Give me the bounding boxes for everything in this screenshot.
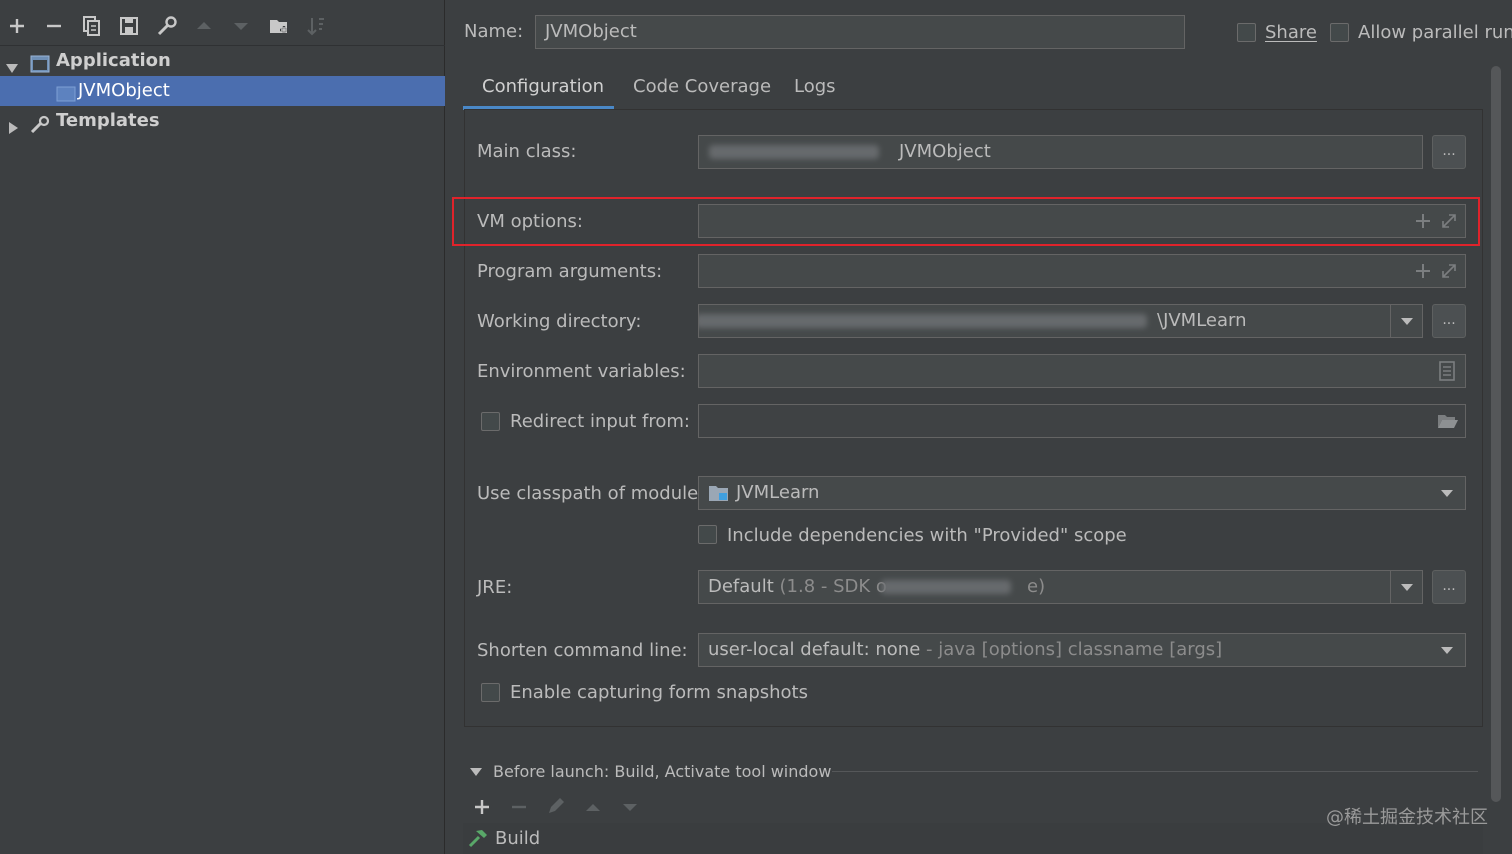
redacted-text [699, 314, 1147, 328]
add-icon[interactable] [1414, 262, 1432, 280]
allow-parallel-run-checkbox[interactable] [1330, 23, 1349, 42]
share-checkbox[interactable] [1237, 23, 1256, 42]
remove-icon[interactable] [42, 14, 66, 38]
edit-list-icon[interactable] [1438, 361, 1456, 381]
shorten-value: user-local default: none [708, 639, 921, 660]
program-arguments-input[interactable] [698, 254, 1466, 288]
main-class-browse-button[interactable]: ... [1432, 135, 1466, 169]
vm-options-highlight-box [452, 197, 1480, 246]
expand-icon[interactable] [1440, 262, 1458, 280]
hammer-icon [467, 828, 489, 848]
working-directory-value: \JVMLearn [1157, 310, 1247, 331]
jre-browse-button[interactable]: ... [1432, 570, 1466, 604]
collapse-arrow-icon[interactable] [6, 115, 20, 134]
move-down-icon[interactable] [229, 14, 253, 38]
folder-add-icon[interactable] [267, 14, 291, 38]
working-directory-browse-button[interactable]: ... [1432, 304, 1466, 338]
redirect-input-label: Redirect input from: [510, 411, 690, 432]
wrench-icon[interactable] [155, 14, 179, 38]
save-icon[interactable] [117, 14, 141, 38]
shorten-detail: - java [options] classname [args] [926, 639, 1223, 660]
shorten-command-line-label: Shorten command line: [477, 640, 688, 661]
tab-configuration[interactable]: Configuration [482, 74, 604, 100]
tree-item-templates[interactable]: Templates [0, 106, 445, 136]
main-class-label: Main class: [477, 141, 577, 162]
main-class-input[interactable]: JVMObject [698, 135, 1423, 169]
tree-item-label: Application [56, 50, 171, 71]
tree-item-label: JVMObject [78, 80, 170, 101]
classpath-module-select[interactable]: JVMLearn [698, 476, 1466, 510]
tab-code-coverage[interactable]: Code Coverage [633, 74, 771, 100]
copy-icon[interactable] [80, 14, 104, 38]
add-icon[interactable] [472, 797, 492, 817]
jre-detail: (1.8 - SDK o [779, 576, 887, 597]
redacted-text [881, 580, 1011, 594]
jre-value: Default [708, 576, 774, 597]
redirect-input-checkbox[interactable] [481, 412, 500, 431]
allow-parallel-run-label: Allow parallel run [1358, 22, 1512, 43]
program-arguments-label: Program arguments: [477, 261, 663, 282]
application-icon [30, 53, 50, 73]
name-input[interactable]: JVMObject [535, 15, 1185, 49]
tree-item-application[interactable]: Application [0, 46, 445, 76]
redirect-input-field[interactable] [698, 404, 1466, 438]
module-folder-icon [708, 484, 730, 502]
edit-icon[interactable] [546, 796, 566, 816]
run-configurations-panel: Application JVMObject Templates [0, 0, 445, 854]
vertical-scrollbar[interactable] [1491, 66, 1501, 802]
class-config-icon [56, 83, 76, 102]
shorten-command-line-select[interactable]: user-local default: none - java [options… [698, 633, 1466, 667]
move-down-icon[interactable] [620, 797, 640, 817]
tree-item-label: Templates [56, 110, 160, 131]
form-snapshots-checkbox[interactable] [481, 683, 500, 702]
classpath-module-label: Use classpath of module: [477, 483, 705, 504]
working-directory-dropdown[interactable] [1390, 305, 1422, 337]
classpath-module-value: JVMLearn [736, 482, 820, 503]
environment-variables-label: Environment variables: [477, 361, 686, 382]
tree-item-jvmobject[interactable]: JVMObject [0, 76, 445, 106]
wrench-icon [30, 113, 50, 134]
jre-dropdown[interactable] [1390, 571, 1422, 603]
jre-label: JRE: [477, 577, 513, 598]
move-up-icon[interactable] [583, 797, 603, 817]
tab-logs[interactable]: Logs [794, 74, 836, 100]
share-label: Share [1265, 22, 1317, 43]
redacted-text [709, 145, 879, 159]
add-icon[interactable] [5, 14, 29, 38]
remove-icon[interactable] [509, 797, 529, 817]
working-directory-input[interactable]: \JVMLearn [698, 304, 1423, 338]
move-up-icon[interactable] [192, 14, 216, 38]
watermark: @稀土掘金技术社区 [1326, 807, 1488, 828]
folder-open-icon[interactable] [1437, 412, 1459, 430]
jre-detail-suffix: e) [1027, 576, 1046, 597]
jre-select[interactable]: Default (1.8 - SDK o e) [698, 570, 1423, 604]
before-launch-item-build[interactable]: Build [495, 827, 540, 851]
before-launch-title: Before launch: Build, Activate tool wind… [493, 762, 832, 781]
main-class-value: JVMObject [899, 141, 991, 162]
chevron-down-icon [1441, 490, 1453, 497]
name-label: Name: [464, 21, 524, 42]
environment-variables-input[interactable] [698, 354, 1466, 388]
include-dependencies-checkbox[interactable] [698, 525, 717, 544]
configurations-toolbar [0, 0, 445, 46]
include-dependencies-label: Include dependencies with "Provided" sco… [727, 525, 1127, 546]
form-snapshots-label: Enable capturing form snapshots [510, 682, 808, 703]
sort-icon[interactable] [304, 14, 328, 38]
chevron-down-icon [1441, 647, 1453, 654]
collapse-arrow-icon[interactable] [469, 766, 483, 778]
working-directory-label: Working directory: [477, 311, 642, 332]
expand-arrow-icon[interactable] [5, 55, 19, 73]
separator [832, 771, 1478, 772]
